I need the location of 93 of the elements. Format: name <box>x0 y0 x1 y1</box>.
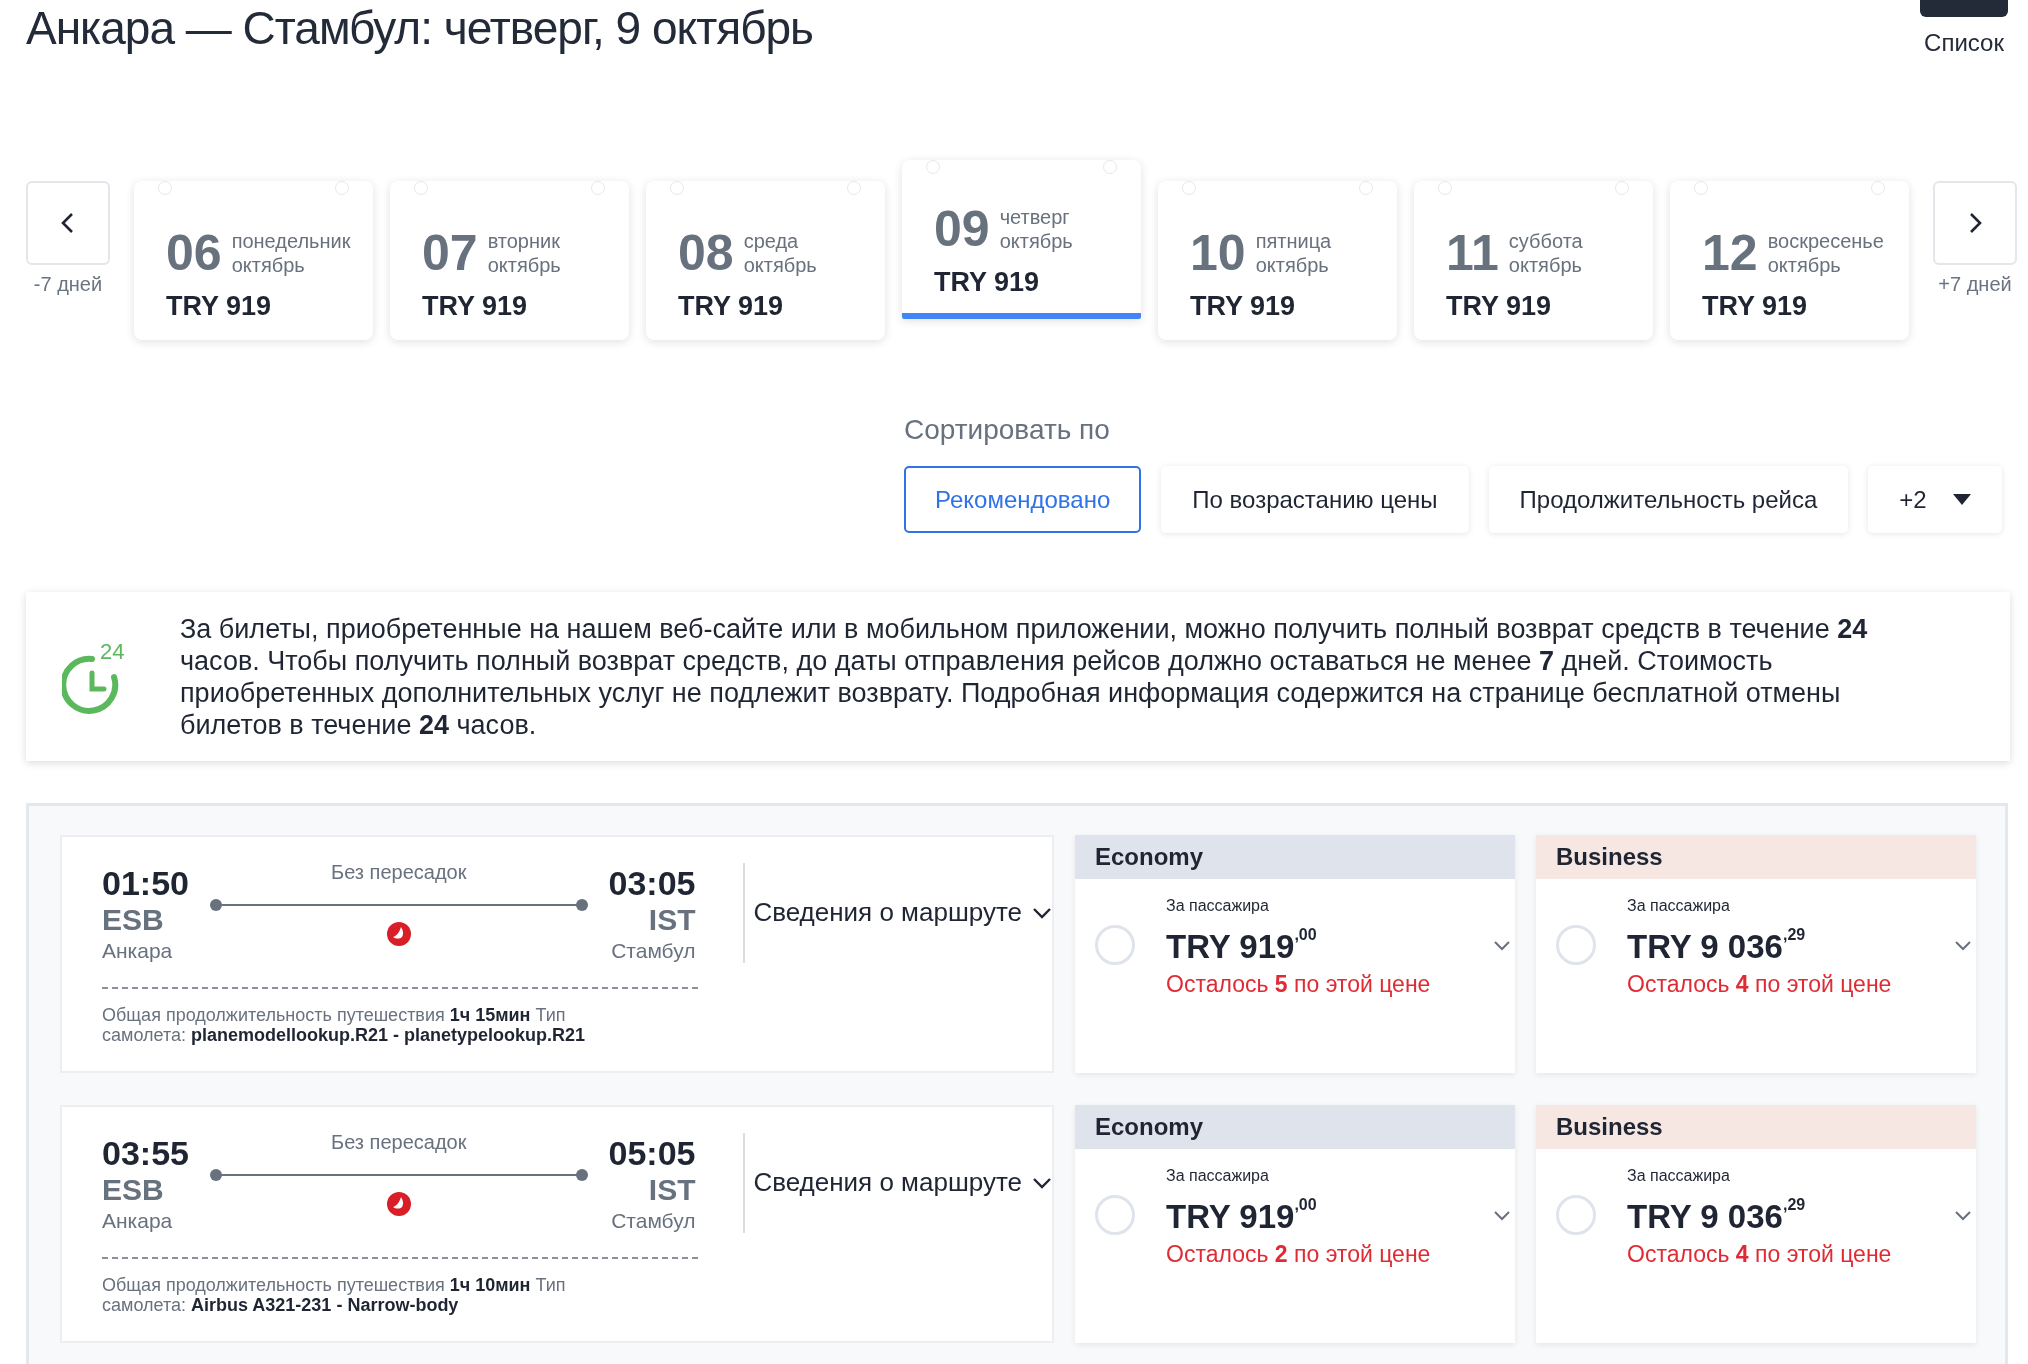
fare-price: TRY 919$^{,00}$ <box>1166 925 1318 967</box>
fare-price: TRY 9 036$^{,29}$ <box>1627 925 1807 967</box>
fare-radio[interactable] <box>1095 1195 1135 1235</box>
airport-code: IST <box>648 903 696 937</box>
sort-option[interactable]: Рекомендовано <box>904 466 1142 533</box>
city-name: Стамбул <box>611 1208 696 1234</box>
trip-info-text: Общая продолжительность путешествия 1ч 10мин Тип самолета: Airbus A321-231 - Narrow-body <box>102 1275 567 1315</box>
fare-price: TRY 919$^{,00}$ <box>1166 1195 1318 1237</box>
city-name: Анкара <box>102 938 174 964</box>
weekday: суббота <box>1508 229 1583 253</box>
next-week-label: +7 дней <box>1938 273 2012 296</box>
stops-label: Без пересадок <box>331 1131 467 1154</box>
month: октябрь <box>231 253 306 277</box>
per-passenger-label: За пассажира <box>1627 1167 1731 1185</box>
chevron-down-icon[interactable] <box>1494 941 1510 951</box>
weekday: вторник <box>487 229 561 253</box>
month: октябрь <box>1255 253 1330 277</box>
per-passenger-label: За пассажира <box>1166 1167 1270 1185</box>
fare-radio[interactable] <box>1556 925 1596 965</box>
airline-logo-icon <box>386 1192 411 1216</box>
date-price: TRY 919 <box>166 291 273 322</box>
city-name: Анкара <box>102 1208 174 1234</box>
trip-info-text: Общая продолжительность путешествия 1ч 15мин Тип самолета: planemodellookup.R21 - planetypelookup.R21 <box>102 1005 587 1045</box>
seats-left-text: Осталось 4 по этой цене <box>1627 971 1893 998</box>
page-title: Анкара — Стамбул: четверг, 9 октябрь <box>26 1 814 56</box>
date-price: TRY 919 <box>934 267 1041 298</box>
month: октябрь <box>487 253 561 277</box>
date-price: TRY 919 <box>422 291 529 322</box>
day-number: 11 <box>1446 227 1499 279</box>
sort-option[interactable]: По возрастанию цены <box>1161 466 1469 533</box>
month: октябрь <box>999 229 1073 253</box>
flight-time: 05:05 <box>608 1133 696 1173</box>
hours-label: 24 <box>100 640 125 663</box>
month: октябрь <box>743 253 817 277</box>
fare-card[interactable]: Economy За пассажира TRY 919$^{,00}$ Осталось 5 по этой цене <box>1075 835 1515 1073</box>
route-details-link[interactable]: Сведения о маршруте <box>753 897 1052 928</box>
airline-logo-icon <box>386 922 411 946</box>
route-details-link[interactable]: Сведения о маршруте <box>753 1167 1052 1198</box>
list-view-label: Список <box>1924 29 2004 57</box>
fare-class-header: Business <box>1536 1105 1976 1149</box>
previous-week-button[interactable] <box>26 181 110 265</box>
fare-card[interactable]: Economy За пассажира TRY 919$^{,00}$ Осталось 2 по этой цене <box>1075 1105 1515 1343</box>
date-price: TRY 919 <box>1190 291 1297 322</box>
airport-code: ESB <box>102 1173 165 1207</box>
date-price: TRY 919 <box>1446 291 1553 322</box>
day-number: 07 <box>422 227 478 279</box>
list-view-button[interactable] <box>1920 0 2008 17</box>
month: октябрь <box>1767 253 1842 277</box>
day-number: 08 <box>678 227 734 279</box>
day-number: 06 <box>166 227 222 279</box>
more-sort-options-button[interactable]: +2 <box>1868 466 2002 533</box>
city-name: Стамбул <box>611 938 696 964</box>
fare-card[interactable]: Business За пассажира TRY 9 036$^{,29}$ Осталось 4 по этой цене <box>1536 835 1976 1073</box>
previous-week-label: -7 дней <box>33 273 103 296</box>
airport-code: ESB <box>102 903 165 937</box>
sort-label: Сортировать по <box>904 414 1111 446</box>
date-price: TRY 919 <box>678 291 785 322</box>
chevron-down-icon <box>1032 906 1052 919</box>
date-price: TRY 919 <box>1702 291 1809 322</box>
per-passenger-label: За пассажира <box>1627 897 1731 915</box>
seats-left-text: Осталось 5 по этой цене <box>1166 971 1432 998</box>
day-number: 10 <box>1190 227 1246 279</box>
fare-card[interactable]: Business За пассажира TRY 9 036$^{,29}$ Осталось 4 по этой цене <box>1536 1105 1976 1343</box>
flight-time: 03:05 <box>608 863 696 903</box>
day-number: 12 <box>1702 227 1758 279</box>
flight-time: 01:50 <box>102 863 190 903</box>
chevron-down-icon[interactable] <box>1955 1211 1971 1221</box>
day-number: 09 <box>934 203 990 255</box>
fare-class-header: Business <box>1536 835 1976 879</box>
next-week-button[interactable] <box>1933 181 2017 265</box>
sort-option[interactable]: Продолжительность рейса <box>1488 466 1849 533</box>
weekday: среда <box>743 229 800 253</box>
weekday: пятница <box>1255 229 1332 253</box>
flight-time: 03:55 <box>102 1133 190 1173</box>
fare-class-header: Economy <box>1075 1105 1515 1149</box>
weekday: четверг <box>999 205 1071 229</box>
fare-price: TRY 9 036$^{,29}$ <box>1627 1195 1807 1237</box>
chevron-down-icon[interactable] <box>1955 941 1971 951</box>
chevron-down-icon[interactable] <box>1494 1211 1510 1221</box>
refund-notice-text: За билеты, приобретенные на нашем веб-сайте или в мобильном приложении, можно получить полный возврат средств в течение 24 часов. Чтобы получить полный возврат средств, до даты отправления рейсов должно оставаться не менее 7 дней. Стоимость приобретенных дополнительных услуг не подлежит возврату. Подробная информация содержится на странице бесплатной отмены билетов в течение 24 часов. <box>180 612 1869 741</box>
stops-label: Без пересадок <box>331 861 467 884</box>
chevron-down-icon <box>1032 1176 1052 1189</box>
per-passenger-label: За пассажира <box>1166 897 1270 915</box>
caret-icon <box>1952 494 1971 505</box>
fare-class-header: Economy <box>1075 835 1515 879</box>
airport-code: IST <box>648 1173 696 1207</box>
month: октябрь <box>1508 253 1583 277</box>
fare-radio[interactable] <box>1095 925 1135 965</box>
seats-left-text: Осталось 4 по этой цене <box>1627 1241 1893 1268</box>
weekday: понедельник <box>231 229 351 253</box>
weekday: воскресенье <box>1767 229 1884 253</box>
fare-radio[interactable] <box>1556 1195 1596 1235</box>
seats-left-text: Осталось 2 по этой цене <box>1166 1241 1432 1268</box>
